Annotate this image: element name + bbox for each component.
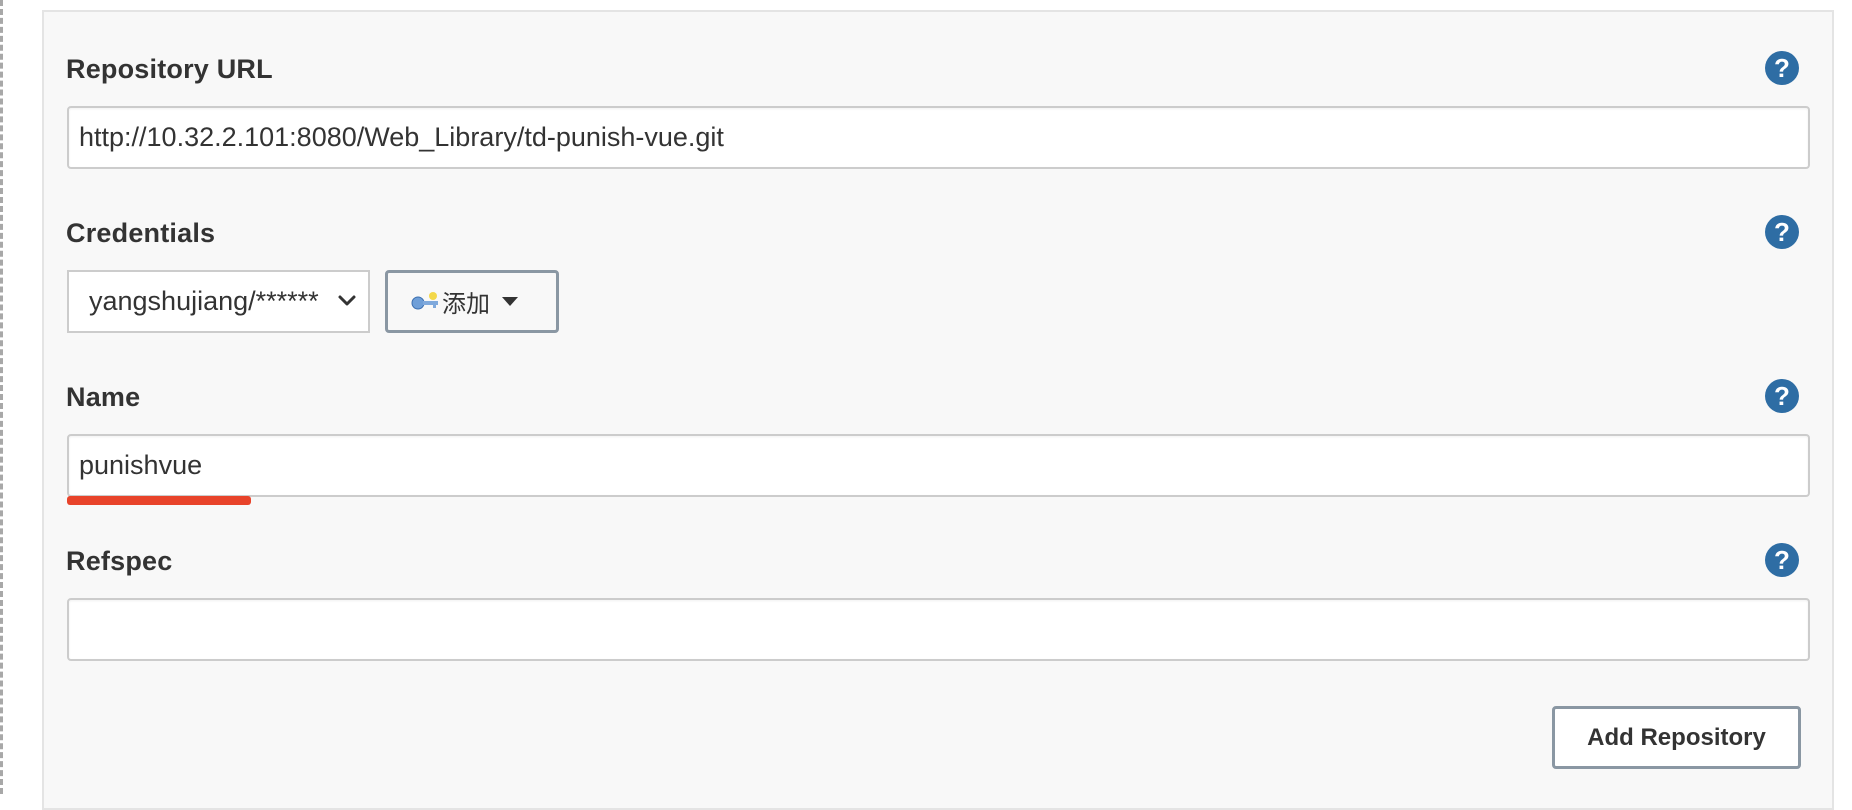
refspec-help-icon[interactable]: ? [1765,543,1799,577]
repository-url-help-icon[interactable]: ? [1765,51,1799,85]
credentials-select[interactable]: yangshujiang/****** [67,270,370,333]
add-credentials-button[interactable]: 添加 [385,270,559,333]
repository-url-input[interactable] [67,106,1810,169]
add-repository-button[interactable]: Add Repository [1552,706,1801,769]
name-input[interactable] [67,434,1810,497]
repository-url-label: Repository URL [66,54,273,84]
credentials-selected-value: yangshujiang/****** [89,286,319,316]
name-label: Name [66,382,141,412]
name-help-icon[interactable]: ? [1765,379,1799,413]
refspec-input[interactable] [67,598,1810,661]
key-icon [411,291,438,309]
refspec-label: Refspec [66,546,173,576]
credentials-label: Credentials [66,218,216,248]
credentials-help-icon[interactable]: ? [1765,215,1799,249]
caret-down-icon [502,296,518,306]
add-credentials-label: 添加 [442,291,490,318]
red-highlight-underline [67,496,251,505]
chevron-down-icon [338,295,356,306]
dashed-border [0,0,3,794]
